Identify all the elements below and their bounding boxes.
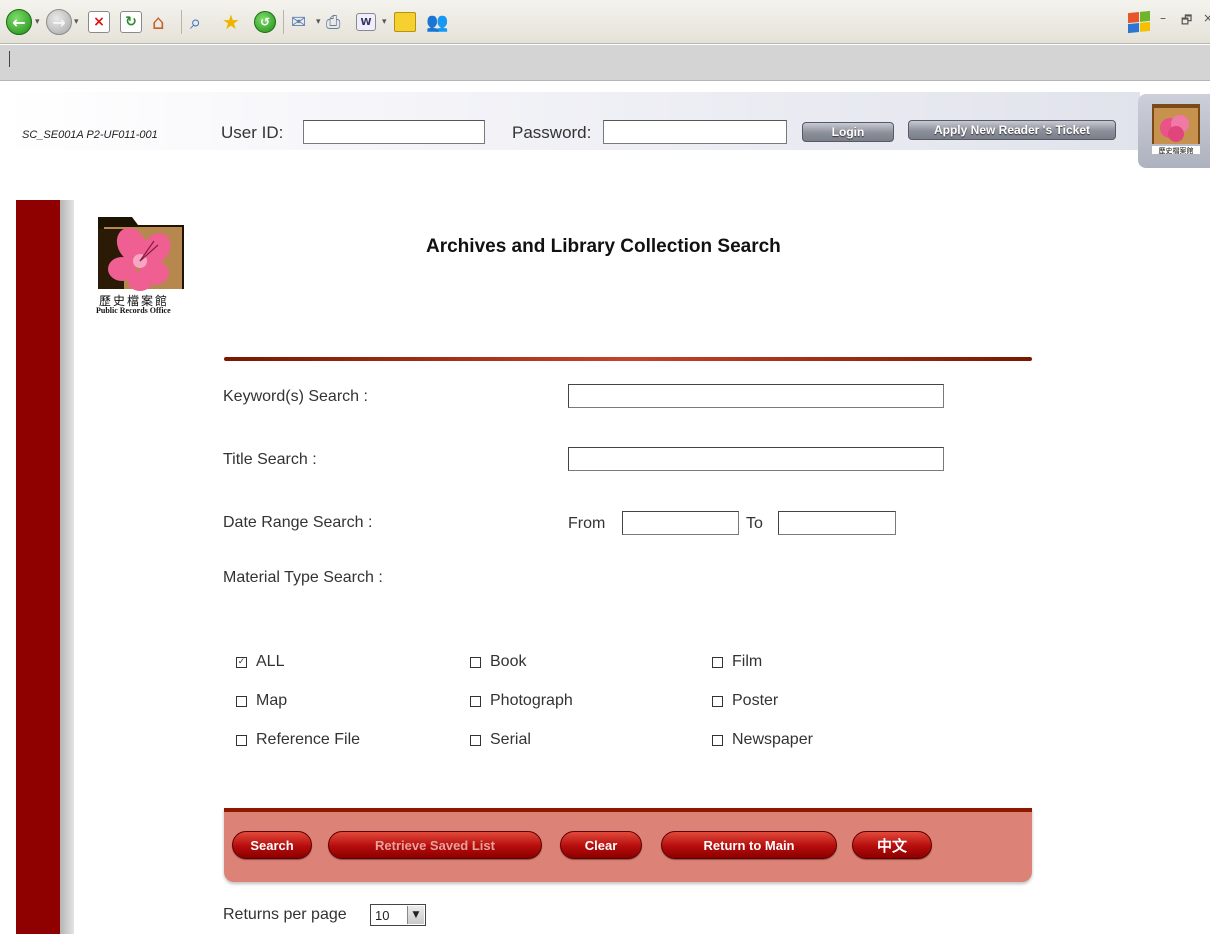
login-strip: SC_SE001A P2-UF011-001 User ID: Password…: [0, 86, 1210, 168]
title-divider: [224, 357, 1032, 361]
svg-text:歷史檔案館: 歷史檔案館: [1159, 146, 1194, 155]
checkbox-newspaper[interactable]: Newspaper: [712, 731, 813, 749]
close-icon[interactable]: ×: [1203, 11, 1210, 25]
windows-logo-icon: [1128, 10, 1150, 34]
forward-dropdown-icon[interactable]: ▾: [74, 8, 79, 36]
checkbox-box[interactable]: [470, 656, 481, 668]
edit-icon: W: [356, 13, 376, 31]
material-type-label: Material Type Search :: [223, 569, 383, 586]
returns-per-page-label: Returns per page: [223, 906, 347, 923]
left-grey-bar: [60, 200, 74, 934]
checkbox-box[interactable]: [712, 695, 723, 707]
return-to-main-button[interactable]: Return to Main: [661, 831, 837, 859]
home-icon[interactable]: ⌂: [152, 8, 165, 36]
password-input[interactable]: [603, 120, 787, 144]
checkbox-label: Reference File: [256, 731, 361, 748]
checkbox-label: Photograph: [490, 692, 573, 709]
checkbox-label: Film: [732, 653, 763, 670]
returns-per-page-select[interactable]: 10 ▼: [370, 904, 426, 926]
refresh-icon: ↻: [120, 11, 142, 33]
checkbox-box[interactable]: [236, 695, 247, 707]
refresh-button[interactable]: ↻: [120, 8, 142, 36]
toolbar-separator: [283, 10, 284, 34]
text-caret: [9, 51, 10, 67]
forward-button[interactable]: →: [46, 8, 72, 36]
browser-toolbar: ← ▾ → ▾ × ↻ ⌂ ⌕ ★ ↺ ✉ ▾ ⎙ W ▾ 👥 – 🗗 ×: [0, 0, 1210, 44]
restore-icon[interactable]: 🗗: [1181, 11, 1192, 32]
checkbox-box[interactable]: [470, 695, 481, 707]
back-dropdown-icon[interactable]: ▾: [35, 8, 40, 36]
checkbox-box[interactable]: [470, 734, 481, 746]
checkbox-serial[interactable]: Serial: [470, 731, 531, 749]
returns-per-page-value: 10: [375, 908, 390, 923]
stop-button[interactable]: ×: [88, 8, 110, 36]
checkbox-box[interactable]: [712, 734, 723, 746]
edit-dropdown-icon[interactable]: ▾: [382, 8, 387, 36]
login-button[interactable]: Login: [802, 122, 894, 142]
user-id-label: User ID:: [221, 123, 284, 142]
screen-code: SC_SE001A P2-UF011-001: [22, 129, 158, 141]
checkbox-book[interactable]: Book: [470, 653, 526, 671]
clear-button[interactable]: Clear: [560, 831, 642, 859]
checkbox-box[interactable]: ✓: [236, 656, 247, 668]
checkbox-label: ALL: [256, 653, 285, 670]
favorites-icon[interactable]: ★: [222, 8, 240, 36]
search-button[interactable]: Search: [232, 831, 312, 859]
forward-icon: →: [46, 9, 72, 35]
checkbox-label: Book: [490, 653, 527, 670]
logo-english-name: Public Records Office: [96, 306, 171, 315]
page-title: Archives and Library Collection Search: [426, 236, 781, 257]
apply-ticket-button[interactable]: Apply New Reader 's Ticket: [908, 120, 1116, 140]
date-to-label: To: [746, 515, 763, 532]
checkbox-photograph[interactable]: Photograph: [470, 692, 573, 710]
keyword-search-label: Keyword(s) Search :: [223, 388, 368, 405]
retrieve-saved-list-button[interactable]: Retrieve Saved List: [328, 831, 542, 859]
notes-icon: [394, 12, 416, 32]
left-red-bar: [16, 200, 60, 934]
user-id-input[interactable]: [303, 120, 485, 144]
password-label: Password:: [512, 123, 592, 142]
checkbox-film[interactable]: Film: [712, 653, 762, 671]
checkbox-label: Map: [256, 692, 288, 709]
history-button[interactable]: ↺: [254, 8, 276, 36]
date-from-input[interactable]: [622, 511, 739, 535]
title-search-input[interactable]: [568, 447, 944, 471]
logo-small-icon: 歷史檔案館: [1152, 104, 1200, 155]
toolbar-separator: [181, 10, 182, 34]
address-bar[interactable]: [0, 45, 1210, 81]
mail-dropdown-icon[interactable]: ▾: [316, 8, 321, 36]
chevron-down-icon[interactable]: ▼: [407, 906, 424, 924]
history-icon: ↺: [254, 11, 276, 33]
back-button[interactable]: ←: [6, 8, 32, 36]
checkbox-poster[interactable]: Poster: [712, 692, 778, 710]
date-to-input[interactable]: [778, 511, 896, 535]
search-icon[interactable]: ⌕: [190, 8, 201, 36]
print-icon[interactable]: ⎙: [326, 8, 340, 36]
checkbox-map[interactable]: Map: [236, 692, 287, 710]
minimize-icon[interactable]: –: [1160, 11, 1166, 25]
keyword-search-input[interactable]: [568, 384, 944, 408]
messenger-icon[interactable]: 👥: [426, 8, 448, 36]
notes-button[interactable]: [394, 8, 416, 36]
checkbox-box[interactable]: [236, 734, 247, 746]
stop-icon: ×: [88, 11, 110, 33]
checkbox-label: Newspaper: [732, 731, 813, 748]
date-from-label: From: [568, 515, 606, 532]
date-range-label: Date Range Search :: [223, 514, 373, 531]
checkbox-box[interactable]: [712, 656, 723, 668]
checkbox-reference-file[interactable]: Reference File: [236, 731, 360, 749]
checkbox-all[interactable]: ✓ ALL: [236, 653, 284, 671]
mail-icon[interactable]: ✉: [291, 8, 306, 36]
checkbox-label: Serial: [490, 731, 531, 748]
chinese-language-button[interactable]: 中文: [852, 831, 932, 859]
back-icon: ←: [6, 9, 32, 35]
checkbox-label: Poster: [732, 692, 779, 709]
edit-button[interactable]: W: [356, 8, 376, 36]
logo-tab[interactable]: 歷史檔案館: [1138, 94, 1210, 168]
title-search-label: Title Search :: [223, 451, 317, 468]
